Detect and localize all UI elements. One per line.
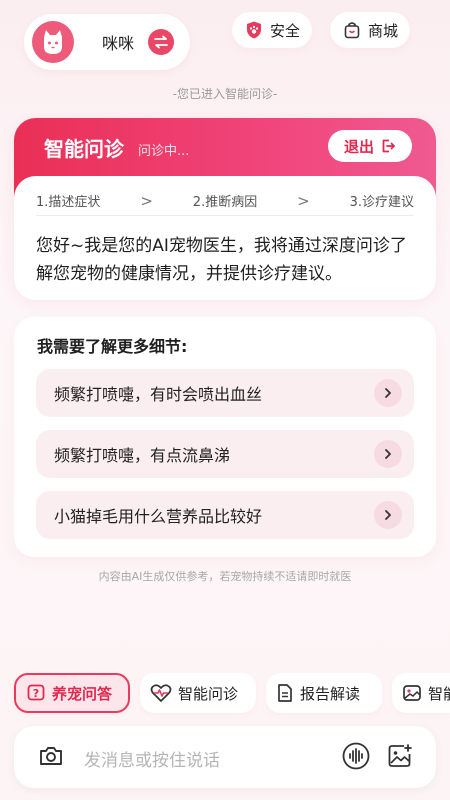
suggestion-item[interactable]: 频繁打喷嚏，有点流鼻涕 <box>36 430 414 478</box>
tab-smart-consult[interactable]: 智能问诊 <box>140 673 256 713</box>
camera-icon[interactable] <box>38 744 64 772</box>
chevron-right-icon <box>374 501 402 529</box>
tab-smart-more[interactable]: 智能 <box>392 673 450 713</box>
consult-status: 问诊中... <box>138 144 190 159</box>
tab-label: 养宠问答 <box>52 684 113 703</box>
chevron-right-icon: > <box>297 191 310 210</box>
step-1: 1.描述症状 <box>36 195 101 210</box>
exit-button[interactable]: 退出 <box>328 130 412 162</box>
message-input[interactable]: 发消息或按住说话 <box>84 746 220 771</box>
consult-card: 智能问诊 问诊中... 退出 1.描述症状 > 2.推断病因 > 3.诊疗建议 … <box>14 118 436 300</box>
doctor-greeting: 您好~我是您的AI宠物医生，我将通过深度问诊了解您宠物的健康情况，并提供诊疗建议… <box>36 236 407 284</box>
entered-notice: -您已进入智能问诊- <box>172 87 278 101</box>
details-title: 我需要了解更多细节: <box>37 337 188 356</box>
tab-pet-qa[interactable]: ? 养宠问答 <box>14 673 130 713</box>
switch-pet-icon[interactable] <box>148 29 174 55</box>
tab-label: 报告解读 <box>300 684 361 703</box>
consult-body: 1.描述症状 > 2.推断病因 > 3.诊疗建议 您好~我是您的AI宠物医生，我… <box>14 176 436 300</box>
document-icon <box>276 683 294 703</box>
step-progress: 1.描述症状 > 2.推断病因 > 3.诊疗建议 <box>36 186 414 216</box>
ai-disclaimer: 内容由AI生成仅供参考，若宠物持续不适请即时就医 <box>98 570 352 583</box>
chevron-right-icon <box>374 440 402 468</box>
pet-selector[interactable]: 咪咪 <box>24 14 190 70</box>
suggestion-text: 小猫掉毛用什么营养品比较好 <box>54 507 263 526</box>
voice-icon[interactable] <box>342 742 370 774</box>
exit-icon <box>380 138 396 154</box>
heart-pulse-icon <box>150 683 172 703</box>
tab-label: 智能 <box>428 684 450 703</box>
shield-paw-icon <box>244 20 264 40</box>
consult-title: 智能问诊 <box>44 137 124 161</box>
suggestion-item[interactable]: 小猫掉毛用什么营养品比较好 <box>36 491 414 539</box>
image-upload-icon[interactable] <box>386 742 414 774</box>
mall-label: 商城 <box>368 21 399 40</box>
svg-text:?: ? <box>33 687 39 700</box>
pet-name: 咪咪 <box>102 34 135 53</box>
mall-button[interactable]: 商城 <box>330 12 411 48</box>
safety-label: 安全 <box>270 21 301 40</box>
suggestion-text: 频繁打喷嚏，有时会喷出血丝 <box>54 385 263 404</box>
image-recognition-icon <box>402 684 422 702</box>
safety-button[interactable]: 安全 <box>232 12 313 48</box>
step-3: 3.诊疗建议 <box>349 195 414 210</box>
cat-avatar-icon <box>32 21 74 63</box>
suggestion-item[interactable]: 频繁打喷嚏，有时会喷出血丝 <box>36 369 414 417</box>
step-2: 2.推断病因 <box>192 195 258 210</box>
chevron-right-icon <box>374 379 402 407</box>
details-card: 我需要了解更多细节: 频繁打喷嚏，有时会喷出血丝 频繁打喷嚏，有点流鼻涕 小猫掉… <box>14 317 436 557</box>
message-input-bar: 发消息或按住说话 <box>14 726 436 788</box>
tab-report-reading[interactable]: 报告解读 <box>266 673 382 713</box>
shopping-bag-icon <box>342 20 362 40</box>
suggestion-text: 频繁打喷嚏，有点流鼻涕 <box>54 446 231 465</box>
exit-label: 退出 <box>343 137 374 156</box>
chevron-right-icon: > <box>140 191 153 210</box>
question-icon: ? <box>26 683 46 703</box>
tab-label: 智能问诊 <box>178 684 239 703</box>
